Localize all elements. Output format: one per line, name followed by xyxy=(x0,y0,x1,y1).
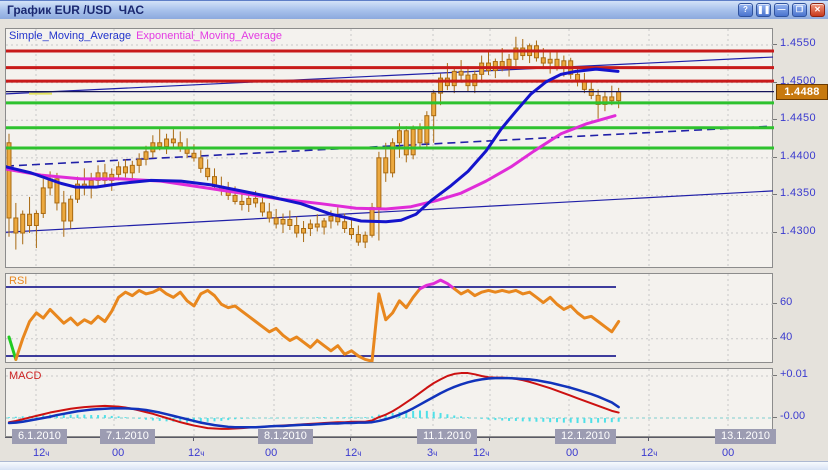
date-badge: 11.1.2010 xyxy=(417,429,477,444)
macd-tick-label: +0.01 xyxy=(780,368,808,380)
rsi-tick-label: 60 xyxy=(780,296,792,308)
window-controls: ?❚❚—❐✕ xyxy=(738,3,825,17)
time-label: 12ч xyxy=(33,447,49,459)
time-label: 12ч xyxy=(345,447,361,459)
macd-label: MACD xyxy=(9,370,41,382)
rsi-panel[interactable]: RSI xyxy=(5,273,773,363)
time-label: 12ч xyxy=(188,447,204,459)
main-chart-svg[interactable] xyxy=(6,29,774,267)
app-window: { "window": { "title": "График EUR /USD … xyxy=(0,0,828,470)
price-tick-mark xyxy=(773,119,777,120)
price-tick-mark xyxy=(773,82,777,83)
macd-tick-mark xyxy=(773,375,777,376)
time-label: 12ч xyxy=(473,447,489,459)
macd-tick-mark xyxy=(773,417,777,418)
price-tick-label: 1.4400 xyxy=(780,150,816,162)
rsi-tick-mark xyxy=(773,338,777,339)
time-label: 12ч xyxy=(641,447,657,459)
legend-ema-label: Exponential_Moving_Average xyxy=(136,30,282,42)
price-tick-label: 1.4350 xyxy=(780,187,816,199)
macd-panel[interactable]: MACD xyxy=(5,368,773,437)
price-tick-mark xyxy=(773,44,777,45)
time-label: 3ч xyxy=(427,447,437,459)
time-axis-tick xyxy=(193,437,194,441)
legend-sma-label: Simple_Moving_Average xyxy=(9,30,131,42)
minimize-button[interactable]: — xyxy=(774,3,789,17)
time-label: 00 xyxy=(265,447,277,459)
close-button[interactable]: ✕ xyxy=(810,3,825,17)
time-label: 00 xyxy=(722,447,734,459)
window-bottom-frame xyxy=(0,461,828,470)
rsi-tick-label: 40 xyxy=(780,331,792,343)
time-label: 00 xyxy=(566,447,578,459)
price-tick-label: 1.4450 xyxy=(780,112,816,124)
price-tick-mark xyxy=(773,194,777,195)
rsi-chart-svg[interactable] xyxy=(6,274,774,362)
date-badge: 7.1.2010 xyxy=(100,429,155,444)
time-axis-tick xyxy=(489,437,490,441)
rsi-tick-mark xyxy=(773,303,777,304)
time-label: 00 xyxy=(112,447,124,459)
help-button[interactable]: ? xyxy=(738,3,753,17)
macd-tick-label: -0.00 xyxy=(780,410,805,422)
current-price-badge: 1.4488 xyxy=(776,84,828,100)
pause-button[interactable]: ❚❚ xyxy=(756,3,771,17)
maximize-button[interactable]: ❐ xyxy=(792,3,807,17)
time-axis-tick xyxy=(350,437,351,441)
indicator-legend: Simple_Moving_Average Exponential_Moving_… xyxy=(9,30,282,42)
title-bar[interactable]: График EUR /USD ЧАС ?❚❚—❐✕ xyxy=(0,0,828,19)
date-badge: 12.1.2010 xyxy=(555,429,616,444)
price-tick-label: 1.4300 xyxy=(780,225,816,237)
date-badge: 13.1.2010 xyxy=(715,429,776,444)
time-axis-tick xyxy=(648,437,649,441)
window-title: График EUR /USD ЧАС xyxy=(7,3,144,17)
price-tick-mark xyxy=(773,232,777,233)
date-badge: 6.1.2010 xyxy=(12,429,67,444)
price-tick-mark xyxy=(773,157,777,158)
price-tick-label: 1.4550 xyxy=(780,37,816,49)
date-badge: 8.1.2010 xyxy=(258,429,313,444)
main-chart-panel[interactable]: Simple_Moving_Average Exponential_Moving_… xyxy=(5,28,773,268)
rsi-label: RSI xyxy=(9,275,27,287)
macd-chart-svg[interactable] xyxy=(6,369,774,436)
